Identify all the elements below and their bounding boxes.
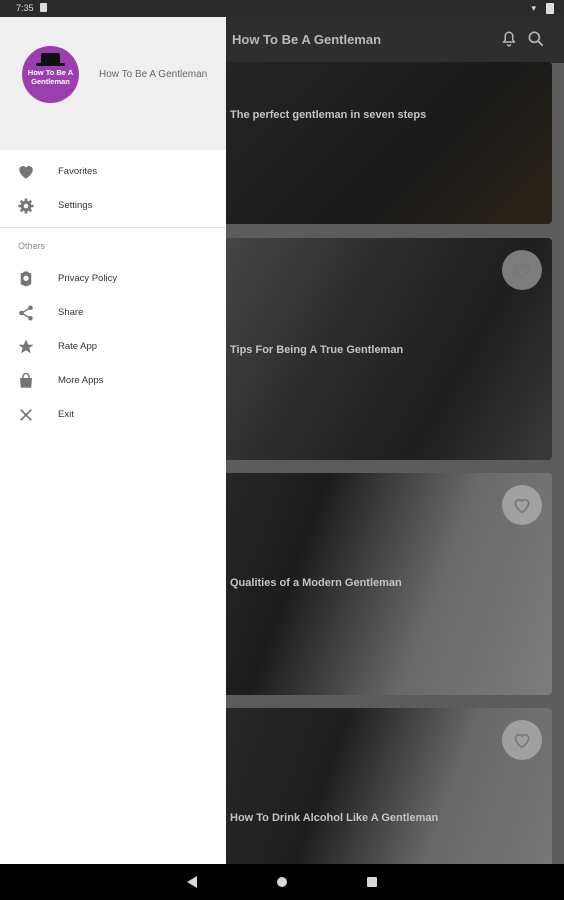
search-icon[interactable] — [526, 29, 546, 49]
favorite-button[interactable] — [502, 485, 542, 525]
back-icon[interactable] — [186, 875, 198, 889]
drawer-item-favorites[interactable]: Favorites — [0, 155, 226, 189]
heart-outline-icon — [514, 733, 530, 749]
home-icon[interactable] — [277, 877, 287, 887]
shopping-bag-icon — [20, 372, 32, 388]
article-card[interactable]: Qualities of a Modern Gentleman — [200, 473, 552, 695]
drawer-item-settings[interactable]: Settings — [0, 189, 226, 223]
drawer-item-exit[interactable]: Exit — [0, 398, 226, 432]
badge-icon — [20, 271, 32, 287]
drawer-item-label: More Apps — [58, 375, 104, 386]
close-icon — [20, 409, 32, 421]
drawer-divider — [0, 227, 226, 228]
wifi-icon: ▾ — [531, 3, 536, 13]
heart-outline-icon — [514, 498, 530, 514]
share-icon — [19, 305, 33, 321]
favorite-button[interactable] — [502, 720, 542, 760]
status-bar: 7:35 ▾ — [0, 0, 564, 17]
battery-icon — [546, 3, 554, 14]
drawer-header: How To Be A Gentleman How To Be A Gentle… — [0, 17, 226, 150]
top-hat-brim — [36, 63, 65, 66]
article-title: Qualities of a Modern Gentleman — [230, 577, 402, 589]
navigation-drawer: How To Be A Gentleman How To Be A Gentle… — [0, 17, 226, 864]
article-title: Tips For Being A True Gentleman — [230, 344, 404, 356]
drawer-item-label: Favorites — [58, 166, 98, 177]
drawer-item-label: Rate App — [58, 341, 98, 352]
favorite-button[interactable] — [502, 250, 542, 290]
drawer-app-name: How To Be A Gentleman — [99, 69, 208, 80]
article-card[interactable]: Tips For Being A True Gentleman — [200, 238, 552, 460]
drawer-item-label: Settings — [58, 200, 93, 211]
section-label-others: Others — [18, 241, 46, 251]
sd-card-icon — [40, 3, 47, 12]
star-icon — [18, 339, 34, 354]
recent-apps-icon[interactable] — [367, 877, 377, 887]
app-logo: How To Be A Gentleman — [22, 46, 79, 103]
bell-icon[interactable] — [500, 29, 518, 49]
drawer-item-more-apps[interactable]: More Apps — [0, 364, 226, 398]
article-card[interactable]: The perfect gentleman in seven steps — [200, 62, 552, 224]
drawer-item-privacy-policy[interactable]: Privacy Policy — [0, 262, 226, 296]
gear-icon — [18, 198, 34, 214]
drawer-item-label: Share — [58, 307, 84, 318]
drawer-item-share[interactable]: Share — [0, 296, 226, 330]
drawer-item-label: Privacy Policy — [58, 273, 118, 284]
system-nav-bar — [0, 864, 564, 900]
status-time: 7:35 — [16, 3, 34, 13]
drawer-item-label: Exit — [58, 409, 74, 420]
heart-outline-icon — [514, 263, 530, 279]
article-title: How To Drink Alcohol Like A Gentleman — [230, 812, 439, 824]
heart-icon — [19, 166, 33, 179]
drawer-item-rate-app[interactable]: Rate App — [0, 330, 226, 364]
app-title: How To Be A Gentleman — [232, 32, 382, 47]
article-title: The perfect gentleman in seven steps — [230, 109, 427, 121]
logo-text: How To Be A Gentleman — [27, 68, 74, 86]
